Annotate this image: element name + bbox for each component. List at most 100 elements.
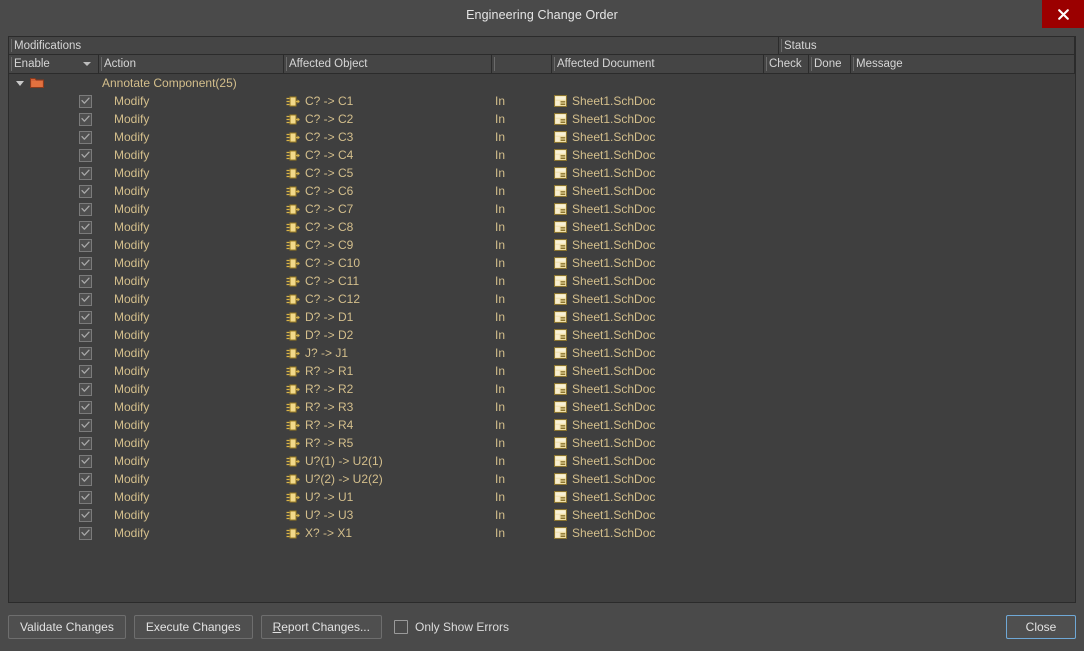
row-affected-document-label: Sheet1.SchDoc <box>572 166 655 180</box>
row-enable-checkbox[interactable] <box>79 221 92 234</box>
row-enable-checkbox[interactable] <box>79 509 92 522</box>
component-icon <box>286 420 300 431</box>
row-enable-checkbox[interactable] <box>79 149 92 162</box>
row-enable-checkbox[interactable] <box>79 257 92 270</box>
component-icon <box>286 258 300 269</box>
table-row[interactable]: ModifyC? -> C8InSheet1.SchDoc <box>9 218 1075 236</box>
table-row[interactable]: ModifyC? -> C12InSheet1.SchDoc <box>9 290 1075 308</box>
only-show-errors-checkbox[interactable] <box>394 620 408 634</box>
row-relation-label: In <box>495 490 505 504</box>
table-row[interactable]: ModifyD? -> D1InSheet1.SchDoc <box>9 308 1075 326</box>
row-relation-label: In <box>495 454 505 468</box>
table-row[interactable]: ModifyR? -> R2InSheet1.SchDoc <box>9 380 1075 398</box>
row-enable-checkbox[interactable] <box>79 419 92 432</box>
column-header-action[interactable]: Action <box>99 55 284 73</box>
row-enable-checkbox[interactable] <box>79 347 92 360</box>
validate-changes-button[interactable]: Validate Changes <box>8 615 126 639</box>
row-affected-document-label: Sheet1.SchDoc <box>572 490 655 504</box>
row-action-label: Modify <box>114 508 149 522</box>
row-enable-checkbox[interactable] <box>79 113 92 126</box>
close-button[interactable]: Close <box>1006 615 1076 639</box>
group-expander-icon[interactable] <box>14 74 28 92</box>
row-enable-checkbox[interactable] <box>79 401 92 414</box>
row-affected-document-label: Sheet1.SchDoc <box>572 436 655 450</box>
row-enable-checkbox[interactable] <box>79 311 92 324</box>
folder-icon <box>28 77 46 89</box>
component-icon <box>286 168 300 179</box>
row-affected-object-label: C? -> C12 <box>305 292 360 306</box>
row-relation-label: In <box>495 328 505 342</box>
row-enable-checkbox[interactable] <box>79 185 92 198</box>
row-affected-document-label: Sheet1.SchDoc <box>572 418 655 432</box>
row-enable-checkbox[interactable] <box>79 383 92 396</box>
table-row[interactable]: ModifyC? -> C2InSheet1.SchDoc <box>9 110 1075 128</box>
row-enable-checkbox[interactable] <box>79 329 92 342</box>
row-enable-checkbox[interactable] <box>79 275 92 288</box>
column-header-check-label: Check <box>769 58 802 70</box>
row-enable-checkbox[interactable] <box>79 203 92 216</box>
band-modifications[interactable]: Modifications <box>9 37 779 54</box>
document-icon <box>554 527 567 539</box>
only-show-errors-toggle[interactable]: Only Show Errors <box>394 620 509 634</box>
row-enable-checkbox[interactable] <box>79 437 92 450</box>
column-header-enable[interactable]: Enable <box>9 55 99 73</box>
table-row[interactable]: ModifyR? -> R5InSheet1.SchDoc <box>9 434 1075 452</box>
column-header-done[interactable]: Done <box>809 55 851 73</box>
row-action-label: Modify <box>114 526 149 540</box>
table-row[interactable]: ModifyD? -> D2InSheet1.SchDoc <box>9 326 1075 344</box>
row-enable-checkbox[interactable] <box>79 95 92 108</box>
table-row[interactable]: ModifyC? -> C5InSheet1.SchDoc <box>9 164 1075 182</box>
column-header-affected-object[interactable]: Affected Object <box>284 55 492 73</box>
row-enable-checkbox[interactable] <box>79 131 92 144</box>
row-enable-checkbox[interactable] <box>79 455 92 468</box>
window-close-button[interactable] <box>1042 0 1084 28</box>
row-relation-label: In <box>495 436 505 450</box>
table-row[interactable]: ModifyC? -> C4InSheet1.SchDoc <box>9 146 1075 164</box>
table-row[interactable]: ModifyC? -> C6InSheet1.SchDoc <box>9 182 1075 200</box>
table-row[interactable]: ModifyC? -> C7InSheet1.SchDoc <box>9 200 1075 218</box>
row-affected-object-label: C? -> C4 <box>305 148 353 162</box>
row-relation-label: In <box>495 148 505 162</box>
table-row[interactable]: ModifyU? -> U1InSheet1.SchDoc <box>9 488 1075 506</box>
table-row[interactable]: ModifyU?(1) -> U2(1)InSheet1.SchDoc <box>9 452 1075 470</box>
table-row[interactable]: ModifyC? -> C11InSheet1.SchDoc <box>9 272 1075 290</box>
table-row[interactable]: ModifyC? -> C1InSheet1.SchDoc <box>9 92 1075 110</box>
row-enable-checkbox[interactable] <box>79 491 92 504</box>
component-icon <box>286 222 300 233</box>
group-row[interactable]: Annotate Component(25) <box>9 74 1075 92</box>
table-row[interactable]: ModifyJ? -> J1InSheet1.SchDoc <box>9 344 1075 362</box>
table-row[interactable]: ModifyU?(2) -> U2(2)InSheet1.SchDoc <box>9 470 1075 488</box>
column-header-relation[interactable] <box>492 55 552 73</box>
sort-descending-icon[interactable] <box>83 62 91 66</box>
row-enable-checkbox[interactable] <box>79 293 92 306</box>
row-enable-checkbox[interactable] <box>79 473 92 486</box>
table-row[interactable]: ModifyU? -> U3InSheet1.SchDoc <box>9 506 1075 524</box>
component-icon <box>286 492 300 503</box>
component-icon <box>286 186 300 197</box>
row-enable-checkbox[interactable] <box>79 365 92 378</box>
row-affected-document-label: Sheet1.SchDoc <box>572 400 655 414</box>
table-row[interactable]: ModifyR? -> R3InSheet1.SchDoc <box>9 398 1075 416</box>
row-affected-document-label: Sheet1.SchDoc <box>572 364 655 378</box>
document-icon <box>554 491 567 503</box>
table-row[interactable]: ModifyX? -> X1InSheet1.SchDoc <box>9 524 1075 542</box>
document-icon <box>554 275 567 287</box>
column-header-enable-label: Enable <box>14 58 50 70</box>
row-enable-checkbox[interactable] <box>79 239 92 252</box>
band-status[interactable]: Status <box>779 37 1075 54</box>
component-icon <box>286 438 300 449</box>
row-enable-checkbox[interactable] <box>79 527 92 540</box>
table-row[interactable]: ModifyR? -> R4InSheet1.SchDoc <box>9 416 1075 434</box>
document-icon <box>554 419 567 431</box>
table-row[interactable]: ModifyC? -> C3InSheet1.SchDoc <box>9 128 1075 146</box>
column-header-message[interactable]: Message <box>851 55 1075 73</box>
table-row[interactable]: ModifyC? -> C9InSheet1.SchDoc <box>9 236 1075 254</box>
table-row[interactable]: ModifyC? -> C10InSheet1.SchDoc <box>9 254 1075 272</box>
column-header-check[interactable]: Check <box>764 55 809 73</box>
row-enable-checkbox[interactable] <box>79 167 92 180</box>
execute-changes-button[interactable]: Execute Changes <box>134 615 253 639</box>
document-icon <box>554 509 567 521</box>
table-row[interactable]: ModifyR? -> R1InSheet1.SchDoc <box>9 362 1075 380</box>
report-changes-button[interactable]: Report Changes... <box>261 615 382 639</box>
column-header-affected-document[interactable]: Affected Document <box>552 55 764 73</box>
